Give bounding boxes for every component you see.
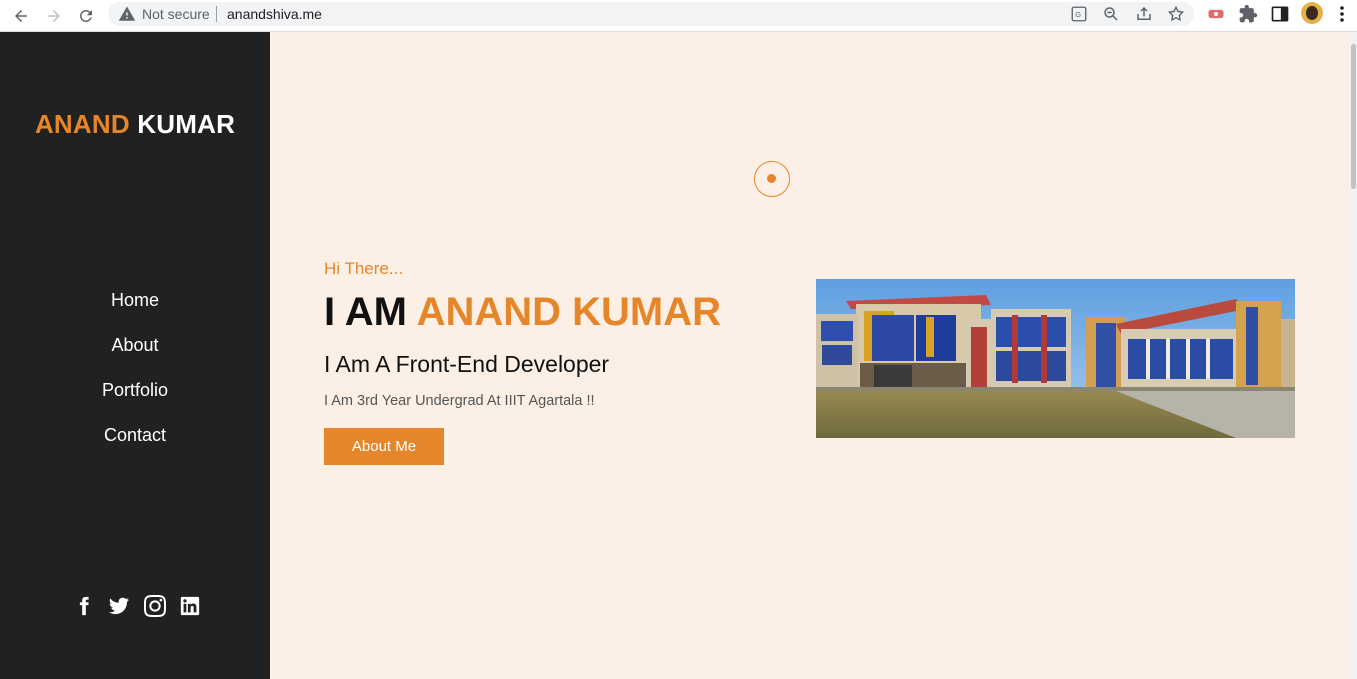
extensions-puzzle-icon[interactable] <box>1238 4 1258 24</box>
twitter-link[interactable] <box>107 594 131 618</box>
sidebar-item-home[interactable]: Home <box>0 290 270 335</box>
brand-first-name: ANAND <box>34 109 130 139</box>
sidebar-menu: Home About Portfolio Contact <box>0 290 270 470</box>
sidebar: ANAND KUMAR Home About Portfolio Contact <box>0 32 270 679</box>
warning-icon[interactable] <box>118 5 136 23</box>
hero-role: I Am A Front-End Developer <box>324 351 610 377</box>
translate-icon[interactable]: G <box>1070 5 1088 23</box>
extension-red-icon[interactable] <box>1206 4 1226 24</box>
sidebar-item-portfolio[interactable]: Portfolio <box>0 380 270 425</box>
linkedin-icon <box>180 596 200 616</box>
address-bar[interactable]: Not secure anandshiva.me G <box>108 2 1194 26</box>
scrollbar-thumb[interactable] <box>1351 44 1356 189</box>
sidebar-item-contact[interactable]: Contact <box>0 425 270 470</box>
campus-image <box>816 279 1295 438</box>
campus-building-illustration <box>816 279 1295 438</box>
divider <box>216 6 217 22</box>
hero-greeting: Hi There... <box>324 259 404 278</box>
arrow-right-icon <box>48 10 60 22</box>
instagram-icon <box>143 595 166 617</box>
side-panel-icon[interactable] <box>1270 4 1290 24</box>
reload-button[interactable] <box>74 4 98 28</box>
social-links <box>72 593 202 619</box>
browser-toolbar: Not secure anandshiva.me G <box>0 0 1357 32</box>
share-icon[interactable] <box>1135 5 1153 23</box>
profile-avatar[interactable] <box>1301 2 1323 24</box>
brand-logo[interactable]: ANAND KUMAR <box>0 109 270 140</box>
zoom-icon[interactable] <box>1102 5 1120 23</box>
hero-section: Hi There... I AM ANAND KUMAR I Am A Fron… <box>270 32 1350 679</box>
back-button[interactable] <box>9 4 33 28</box>
sidebar-item-about[interactable]: About <box>0 335 270 380</box>
headline-name: ANAND KUMAR <box>416 290 722 334</box>
instagram-link[interactable] <box>143 594 167 618</box>
twitter-icon <box>109 597 130 615</box>
page-scrollbar[interactable] <box>1350 32 1357 679</box>
svg-text:G: G <box>1075 10 1081 19</box>
brand-last-name: KUMAR <box>137 109 236 139</box>
arrow-left-icon <box>15 10 27 22</box>
reload-icon <box>79 9 92 22</box>
loader-icon <box>754 161 790 197</box>
forward-button[interactable] <box>42 4 66 28</box>
url-text[interactable]: anandshiva.me <box>227 6 322 22</box>
facebook-link[interactable] <box>72 594 96 618</box>
linkedin-link[interactable] <box>178 594 202 618</box>
headline-prefix: I AM <box>324 290 407 334</box>
facebook-icon <box>79 596 89 616</box>
hero-headline: I AM ANAND KUMAR <box>324 290 721 335</box>
bookmark-star-icon[interactable] <box>1167 5 1185 23</box>
more-menu-icon[interactable] <box>1336 4 1348 24</box>
security-label[interactable]: Not secure <box>142 6 210 22</box>
about-me-button[interactable]: About Me <box>324 428 444 465</box>
hero-description: I Am 3rd Year Undergrad At IIIT Agartala… <box>324 393 595 409</box>
